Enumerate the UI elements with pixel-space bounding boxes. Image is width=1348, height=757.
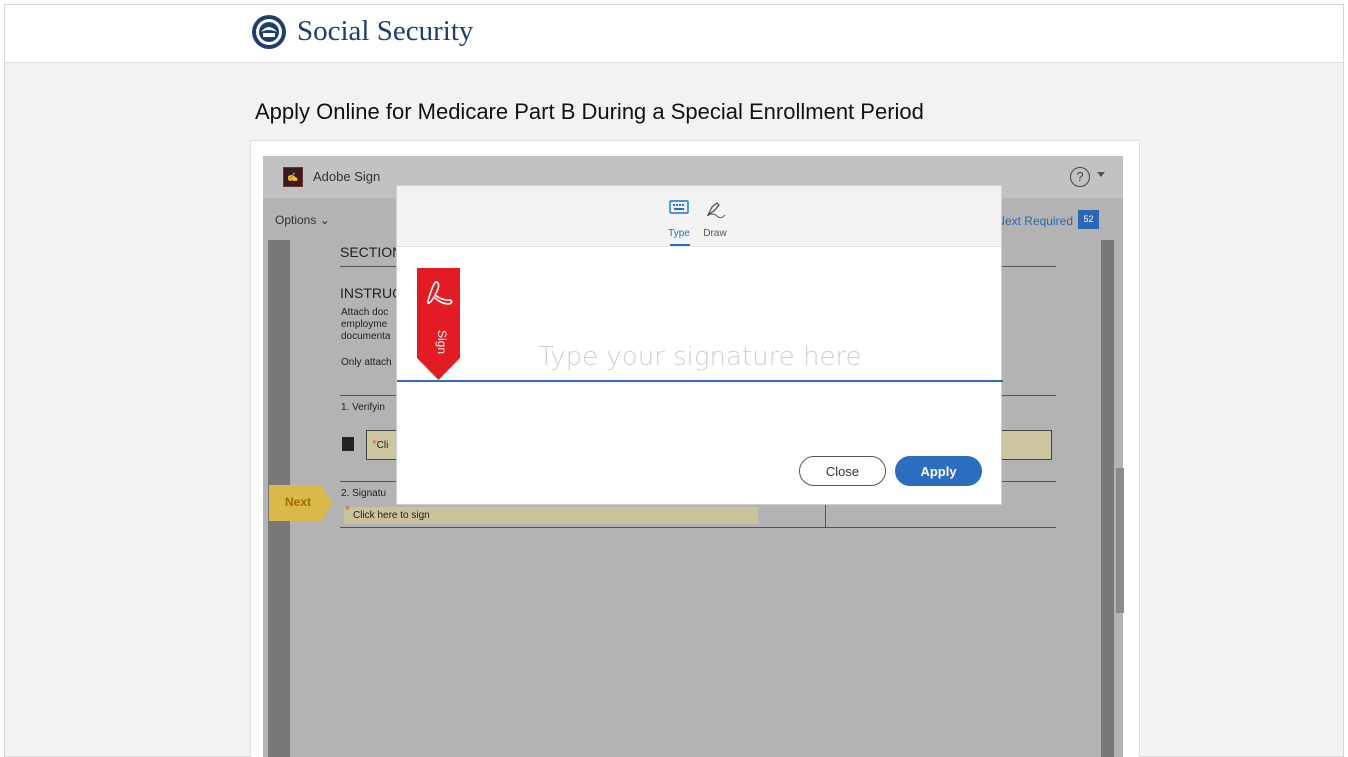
next-required-link[interactable]: Next Required (996, 214, 1073, 228)
apply-button[interactable]: Apply (895, 456, 982, 486)
attachment-field-label: Cli (376, 440, 389, 451)
next-field-tag[interactable]: Next (269, 485, 333, 521)
sign-ribbon-label: Sign (435, 330, 449, 355)
adobe-sign-logo-icon: ✍ (283, 167, 303, 187)
tab-draw-label: Draw (703, 228, 727, 239)
site-header: Social Security (5, 5, 1343, 63)
signature-input-underline (397, 334, 1003, 382)
close-button[interactable]: Close (799, 456, 886, 486)
page-title: Apply Online for Medicare Part B During … (255, 99, 924, 124)
signature-input[interactable] (397, 334, 1003, 380)
next-tag-label: Next (285, 495, 312, 509)
item1-label: 1. Verifyin (341, 402, 385, 413)
attachment-field-text: *Cli (372, 437, 388, 451)
help-icon[interactable]: ? (1070, 167, 1090, 187)
tab-type-label: Type (668, 228, 690, 239)
document-icon (342, 437, 354, 451)
section-heading: SECTION (340, 244, 403, 260)
item2-label: 2. Signatu (341, 488, 387, 499)
tab-type[interactable]: Type (660, 186, 698, 246)
ssa-seal-logo[interactable] (251, 14, 287, 50)
keyboard-icon (669, 200, 689, 214)
adobe-app-title: Adobe Sign (313, 169, 381, 184)
click-to-sign-label[interactable]: Click here to sign (353, 510, 430, 521)
active-tab-indicator (670, 244, 690, 246)
attach-text-line2: employme (341, 319, 388, 330)
instructions-heading: INSTRUC (340, 285, 403, 301)
attach-text-line3: documenta (341, 331, 391, 342)
divider (340, 527, 1056, 528)
site-brand-title[interactable]: Social Security (297, 15, 473, 48)
attach-text-line1: Attach doc (341, 307, 389, 318)
signature-mode-tabs: Type Draw (397, 186, 1001, 247)
pen-icon (706, 202, 726, 218)
help-dropdown-caret-icon[interactable] (1097, 172, 1105, 177)
document-scrollbar[interactable] (1116, 468, 1124, 613)
adobe-sign-ribbon: Sign (417, 268, 460, 380)
options-menu-button[interactable]: Options ⌄ (275, 213, 330, 227)
signature-dialog: Type Draw Sign Close Apply (396, 185, 1003, 505)
next-required-count-badge: 52 (1078, 210, 1099, 229)
document-gutter-right (1101, 240, 1114, 757)
only-attach-text: Only attach (341, 357, 392, 368)
tab-draw[interactable]: Draw (696, 186, 734, 246)
required-star: * (345, 503, 350, 517)
